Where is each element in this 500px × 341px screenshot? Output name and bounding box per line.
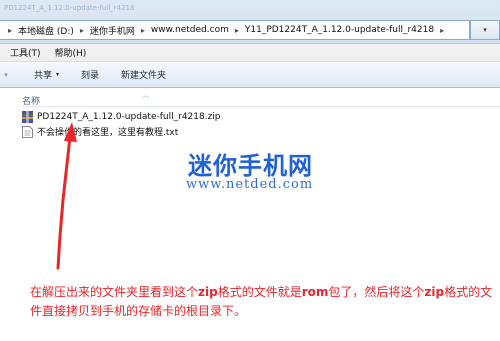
share-button[interactable]: 共享 ▾ [34, 68, 59, 81]
breadcrumb-url-folder[interactable]: www.netded.com [151, 25, 229, 35]
file-row-zip[interactable]: PD1224T_A_1.12.0-update-full_r4218.zip [22, 109, 221, 124]
chevron-down-icon: ▾ [56, 71, 60, 78]
note-zip-term: zip [198, 285, 218, 299]
note-text: 在解压出来的文件夹里看到这个 [30, 285, 199, 299]
note-text: 个 [412, 285, 425, 299]
breadcrumb-chevron-icon[interactable]: ▸ [141, 26, 145, 35]
share-label: 共享 [34, 71, 53, 81]
note-text: 包了，然后将这 [328, 285, 413, 299]
file-row-txt[interactable]: 不会操作的看这里，这里有教程.txt [22, 124, 178, 139]
new-folder-label: 新建文件夹 [121, 71, 167, 81]
column-header-name[interactable]: 名称 [22, 94, 40, 107]
new-folder-button[interactable]: 新建文件夹 [121, 68, 166, 81]
organize-edge-icon[interactable]: ▾ [0, 62, 12, 88]
breadcrumb-chevron-icon[interactable]: ▸ [235, 26, 239, 35]
address-dropdown-button[interactable]: ▾ [470, 20, 500, 40]
breadcrumb-site-folder[interactable]: 迷你手机网 [90, 24, 135, 37]
menu-tools[interactable]: 工具(T) [10, 46, 41, 59]
window-title-ghost: PD1224T_A_1.12.0-update-full_r4218 [4, 4, 135, 12]
note-zip-term: zip [424, 285, 445, 299]
menu-help[interactable]: 帮助(H) [55, 46, 87, 59]
text-document-icon [22, 125, 33, 138]
zip-archive-icon [22, 110, 33, 123]
instruction-note: 在解压出来的文件夹里看到这个zip格式的文件就是rom包了，然后将这个zip格式… [30, 283, 498, 321]
sort-indicator-icon: ︿ [142, 91, 149, 99]
column-header-row: ︿ 名称 [22, 91, 500, 107]
chevron-down-icon: ▾ [483, 26, 487, 34]
breadcrumb-chevron-icon[interactable]: ▸ [440, 26, 444, 35]
menu-bar: 工具(T) 帮助(H) [0, 44, 500, 62]
address-field[interactable]: ▸ 本地磁盘 (D:) ▸ 迷你手机网 ▸ www.netded.com ▸ Y… [0, 20, 470, 40]
file-name: PD1224T_A_1.12.0-update-full_r4218.zip [37, 111, 221, 122]
note-text: 格式的文件就是 [217, 285, 302, 299]
command-toolbar: ▾ 共享 ▾ 刻录 新建文件夹 [0, 62, 500, 88]
address-bar-region: PD1224T_A_1.12.0-update-full_r4218 ▸ 本地磁… [0, 0, 500, 44]
watermark-site-name: 迷你手机网 [188, 152, 313, 180]
burn-button[interactable]: 刻录 [81, 68, 99, 81]
burn-label: 刻录 [81, 71, 100, 81]
breadcrumb-chevron-icon[interactable]: ▸ [8, 26, 12, 35]
file-name: 不会操作的看这里，这里有教程.txt [37, 128, 179, 138]
note-rom-term: rom [301, 285, 329, 299]
breadcrumb-current-folder[interactable]: Y11_PD1224T_A_1.12.0-update-full_r4218 [245, 25, 434, 35]
watermark-site-url: www.netded.com [186, 177, 314, 192]
breadcrumb-chevron-icon[interactable]: ▸ [80, 26, 84, 35]
breadcrumb-local-disk[interactable]: 本地磁盘 (D:) [18, 24, 74, 37]
